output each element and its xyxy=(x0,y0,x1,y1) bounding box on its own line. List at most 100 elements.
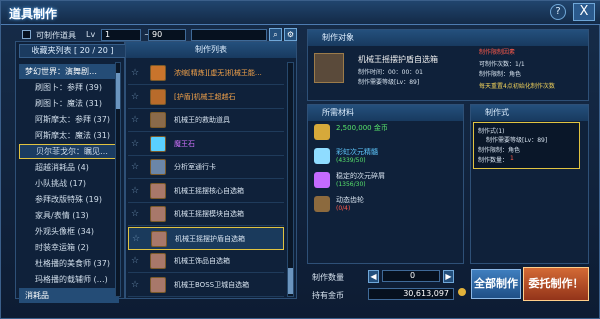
recipe-item-icon xyxy=(151,230,167,247)
recipe-name: 机械王饰品自选箱 xyxy=(174,257,230,265)
favorite-star-icon[interactable]: ☆ xyxy=(131,68,141,78)
recipe-name: 机械王摇摆模块自选箱 xyxy=(174,210,244,218)
search-input[interactable] xyxy=(191,29,267,41)
recipe-item-icon xyxy=(150,112,166,128)
limit-count: 可制作次数：1/1 xyxy=(479,61,525,68)
favorite-star-icon[interactable]: ☆ xyxy=(131,256,141,266)
recipe-name: 分析室通行卡 xyxy=(174,163,216,171)
material-name: 动态齿轮 xyxy=(336,196,364,204)
level-label: Lv xyxy=(86,30,96,39)
favorite-star-icon[interactable]: ☆ xyxy=(131,162,141,172)
method-line4: 制作数量： xyxy=(478,157,509,164)
method-header: 制作式 xyxy=(471,105,588,121)
crafting-window: 道具制作 ? X 可制作道具 Lv 1 ~ 90 ⌕ ⚙ 收藏夹列表 [ 20 … xyxy=(0,0,600,319)
recipe-scroll-thumb[interactable] xyxy=(288,268,293,294)
category-item[interactable]: 外观头像框 (34) xyxy=(19,224,119,239)
level-min-input[interactable]: 1 xyxy=(101,29,141,41)
favorite-star-icon[interactable]: ☆ xyxy=(131,139,141,149)
category-scroll-thumb[interactable] xyxy=(116,73,120,109)
recipe-item-icon xyxy=(150,135,166,152)
title-bar: 道具制作 ? X xyxy=(1,1,600,25)
recipe-row[interactable]: ☆ 机械王摇摆模块自选箱 xyxy=(128,203,284,226)
recipe-item-icon xyxy=(150,276,166,293)
recipe-row[interactable]: ☆ 机械王BOSS卫城自选箱 xyxy=(128,274,284,297)
category-item[interactable]: 阿斯摩太：魔法 (31) xyxy=(19,128,119,143)
method-line3: 制作限制：角色 xyxy=(478,147,521,154)
materials-header: 所需材料 xyxy=(308,105,463,121)
quantity-input[interactable]: 0 xyxy=(382,270,440,282)
recipe-name: 魔王石 xyxy=(174,139,195,148)
material-icon xyxy=(314,172,330,188)
recipe-row[interactable]: ☆ 魔王石 xyxy=(128,133,284,156)
method-line2: 制作需要等级[Lv：89] xyxy=(486,137,548,144)
category-item[interactable]: 梦幻世界：演舞剧… xyxy=(19,64,119,79)
material-icon xyxy=(314,148,330,164)
window-title: 道具制作 xyxy=(9,7,58,21)
material-icon xyxy=(314,124,330,140)
limit-job: 制作限制：角色 xyxy=(479,71,522,78)
material-row[interactable]: 动态齿轮 (0/4) xyxy=(310,193,462,217)
category-item[interactable]: 玛格播的载辅师 (…) xyxy=(19,272,119,287)
recipe-row[interactable]: ☆ 机械王饰品自选箱 xyxy=(128,250,284,273)
recipe-row[interactable]: ☆ 分析室通行卡 xyxy=(128,156,284,179)
category-item[interactable]: 刷图卜：参拜 (39) xyxy=(19,80,119,95)
recipe-row[interactable]: ☆ 机械王摇摆核心自选箱 xyxy=(128,180,284,203)
search-icon[interactable]: ⌕ xyxy=(269,28,282,41)
material-row[interactable]: 稳定的次元碎屑 (1356/30) xyxy=(310,169,462,193)
target-item-name: 机械王摇摆护盾自选箱 xyxy=(358,55,438,64)
favorite-star-icon[interactable]: ☆ xyxy=(131,280,141,290)
recipe-name: 机械王的救助道具 xyxy=(174,116,230,124)
category-item[interactable]: 时装幸运箱 (2) xyxy=(19,240,119,255)
recipe-row[interactable]: ☆ 机械王摇摆护盾自选箱 xyxy=(128,226,284,250)
category-item[interactable]: 刷图卜：魔法 (31) xyxy=(19,96,119,111)
quantity-label: 制作数量 xyxy=(312,273,344,282)
recipe-item-icon xyxy=(150,206,166,222)
makeable-label: 可制作道具 xyxy=(36,31,76,40)
commission-button[interactable]: 委托制作！ xyxy=(523,267,589,301)
category-item[interactable]: 参拜改版特殊 (19) xyxy=(19,192,119,207)
make-all-button[interactable]: 全部制作 xyxy=(471,269,521,299)
recipe-row[interactable]: ☆ 浓缩[精炼][虚无]机械王能… xyxy=(128,62,284,85)
help-icon[interactable]: ? xyxy=(550,4,566,20)
level-max-input[interactable]: 90 xyxy=(148,29,186,41)
category-item[interactable]: 消耗品 xyxy=(19,288,119,303)
target-header: 制作对象 xyxy=(308,30,588,46)
category-item[interactable]: 杜格播的美食师 (37) xyxy=(19,256,119,271)
recipe-name: 浓缩[精炼][虚无]机械王能… xyxy=(174,69,262,77)
recipe-row[interactable]: ☆ [护盾]机械王超越石 xyxy=(128,86,284,109)
target-panel: 制作对象 xyxy=(307,29,589,101)
category-item[interactable]: 阿斯摩太：参拜 (37) xyxy=(19,112,119,127)
category-item[interactable]: 超越消耗品 (4) xyxy=(19,160,119,175)
material-icon xyxy=(314,196,330,212)
favorite-star-icon[interactable]: ☆ xyxy=(131,92,141,102)
category-item[interactable]: 小队挑战 (17) xyxy=(19,176,119,191)
gold-coin-icon xyxy=(458,288,466,296)
material-name: 稳定的次元碎屑 xyxy=(336,172,385,180)
material-name: 2,500,000 金币 xyxy=(336,124,388,132)
material-name: 彩虹次元精髓 xyxy=(336,148,378,156)
limit-title: 制作限制因素 xyxy=(479,49,516,56)
material-row[interactable]: 2,500,000 金币 xyxy=(310,121,462,145)
quantity-decrease-button[interactable]: ◀ xyxy=(368,270,379,283)
favorite-star-icon[interactable]: ☆ xyxy=(131,209,141,219)
gear-icon[interactable]: ⚙ xyxy=(284,28,297,41)
category-item[interactable]: 家具/表情 (13) xyxy=(19,208,119,223)
close-icon[interactable]: X xyxy=(573,3,595,21)
category-item-selected[interactable]: 贝尔菲戈尔：瞩见… xyxy=(19,144,119,159)
recipe-scrollbar[interactable] xyxy=(287,62,294,297)
recipe-row[interactable]: ☆ 机械王的救助道具 xyxy=(128,109,284,132)
material-count: (1356/30) xyxy=(336,181,366,188)
method-line4-value: 1 xyxy=(510,155,514,162)
target-level: 制作需要等级[Lv：89] xyxy=(358,79,420,86)
favorite-star-icon[interactable]: ☆ xyxy=(132,234,142,244)
gold-label: 持有金币 xyxy=(312,291,344,300)
favorite-star-icon[interactable]: ☆ xyxy=(131,115,141,125)
recipe-header: 制作列表 xyxy=(126,42,296,58)
recipe-item-icon xyxy=(150,65,166,81)
category-scrollbar[interactable] xyxy=(115,62,121,297)
material-row[interactable]: 彩虹次元精髓 (4339/50) xyxy=(310,145,462,169)
favorite-star-icon[interactable]: ☆ xyxy=(131,186,141,196)
target-item-icon xyxy=(314,53,344,83)
makeable-checkbox[interactable] xyxy=(22,30,31,39)
quantity-increase-button[interactable]: ▶ xyxy=(443,270,454,283)
